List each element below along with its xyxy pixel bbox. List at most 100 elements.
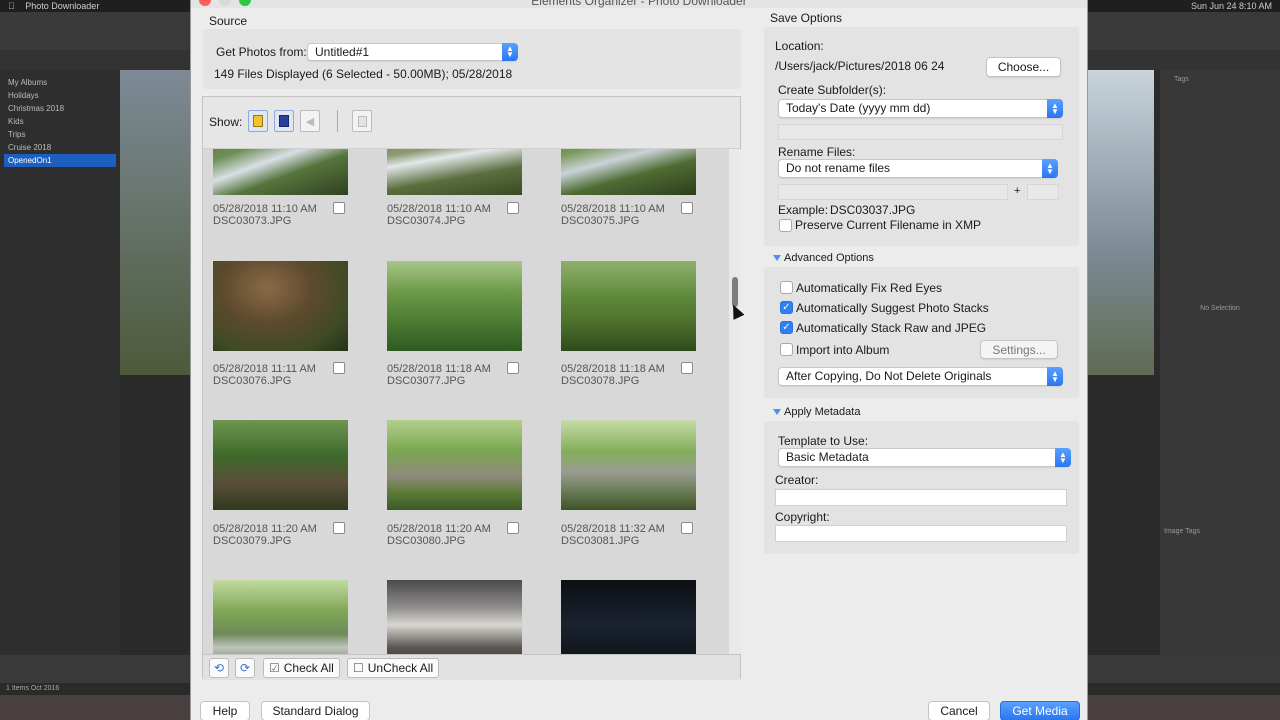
thumbnail-image[interactable]	[213, 420, 348, 510]
location-value: /Users/jack/Pictures/2018 06 24	[775, 59, 945, 73]
after-copying-value: After Copying, Do Not Delete Originals	[786, 369, 992, 383]
advanced-options-toggle[interactable]: Advanced Options	[773, 252, 874, 264]
thumbnail-checkbox[interactable]	[333, 522, 345, 534]
example-label: Example:	[778, 203, 829, 217]
sidebar-item[interactable]: My Albums	[4, 76, 116, 89]
check-all-label: Check All	[283, 661, 334, 675]
disclosure-triangle-icon	[773, 255, 781, 261]
import-album-checkbox[interactable]	[780, 343, 793, 356]
cancel-button[interactable]: Cancel	[928, 701, 990, 720]
thumbnail-image[interactable]	[561, 580, 696, 654]
thumbnail-image[interactable]	[213, 149, 348, 195]
template-value: Basic Metadata	[786, 450, 869, 464]
help-button[interactable]: Help	[200, 701, 250, 720]
thumbnail-image[interactable]	[387, 149, 522, 195]
thumbnail-checkbox[interactable]	[333, 362, 345, 374]
fix-red-eyes-checkbox[interactable]	[780, 281, 793, 294]
check-all-button[interactable]: ☑ Check All	[263, 658, 340, 678]
subfolder-custom-field[interactable]	[778, 124, 1063, 140]
chevron-updown-icon: ▲ ▼	[1055, 448, 1071, 467]
menubar-app-name[interactable]: Photo Downloader	[25, 1, 99, 11]
chevron-updown-icon: ▲ ▼	[1047, 99, 1063, 118]
thumbnail-checkbox[interactable]	[681, 362, 693, 374]
rename-prefix-field[interactable]	[778, 184, 1008, 200]
thumbnail-panel: Show: ◀ 05/28/2018 11:10 AM DSC03073.JPG …	[202, 96, 741, 680]
get-media-button[interactable]: Get Media	[1000, 701, 1080, 720]
thumbnail-meta: 05/28/2018 11:10 AM DSC03075.JPG	[561, 203, 665, 227]
thumbnail-image[interactable]	[561, 261, 696, 351]
template-select[interactable]: Basic Metadata ▲ ▼	[778, 448, 1071, 467]
thumbnail-checkbox[interactable]	[333, 202, 345, 214]
show-photos-toggle[interactable]	[248, 110, 268, 132]
thumbnail-grid: 05/28/2018 11:10 AM DSC03073.JPG 05/28/20…	[203, 149, 728, 654]
apply-metadata-header: Apply Metadata	[784, 406, 861, 418]
thumbnail-meta: 05/28/2018 11:11 AM DSC03076.JPG	[213, 363, 316, 387]
thumbnail-image[interactable]	[213, 261, 348, 351]
sidebar-item-selected[interactable]: OpenedOn1	[4, 154, 116, 167]
choose-location-button[interactable]: Choose...	[986, 57, 1061, 77]
thumbnail-image[interactable]	[561, 149, 696, 195]
info-no-selection: No Selection	[1200, 305, 1240, 312]
thumbnail-image[interactable]	[387, 261, 522, 351]
creator-field[interactable]	[775, 489, 1067, 506]
suggest-stacks-checkbox[interactable]: ✓	[780, 301, 793, 314]
creator-label: Creator:	[775, 473, 819, 487]
show-audio-toggle[interactable]: ◀	[300, 110, 320, 132]
copyright-label: Copyright:	[775, 510, 830, 524]
thumbnail-image[interactable]	[387, 580, 522, 654]
subfolder-select[interactable]: Today's Date (yyyy mm dd) ▲ ▼	[778, 99, 1063, 118]
sidebar-item[interactable]: Kids	[4, 115, 116, 128]
template-label: Template to Use:	[778, 434, 869, 448]
organizer-preview-left	[120, 70, 200, 375]
thumbnail-checkbox[interactable]	[507, 362, 519, 374]
rename-files-select[interactable]: Do not rename files ▲ ▼	[778, 159, 1058, 178]
copyright-field[interactable]	[775, 525, 1067, 542]
subfolder-label: Create Subfolder(s):	[778, 83, 887, 97]
thumbnail-meta: 05/28/2018 11:20 AM DSC03079.JPG	[213, 523, 317, 547]
stack-raw-jpeg-label: Automatically Stack Raw and JPEG	[796, 321, 987, 335]
files-info: 149 Files Displayed (6 Selected - 50.00M…	[214, 67, 513, 81]
preserve-filename-checkbox[interactable]	[779, 219, 792, 232]
sidebar-item[interactable]: Christmas 2018	[4, 102, 116, 115]
disclosure-triangle-icon	[773, 409, 781, 415]
photo-icon	[253, 115, 263, 127]
apply-metadata-toggle[interactable]: Apply Metadata	[773, 406, 860, 418]
rename-files-label: Rename Files:	[778, 145, 856, 159]
get-photos-from-select[interactable]: Untitled#1 ▲ ▼	[307, 43, 518, 61]
standard-dialog-button[interactable]: Standard Dialog	[261, 701, 370, 720]
sidebar-item[interactable]: Holidays	[4, 89, 116, 102]
organizer-sidebar: My Albums Holidays Christmas 2018 Kids T…	[0, 70, 120, 655]
import-album-label: Import into Album	[796, 343, 890, 357]
suggest-stacks-label: Automatically Suggest Photo Stacks	[796, 301, 989, 315]
location-label: Location:	[775, 39, 824, 53]
apple-icon[interactable]: 	[8, 1, 15, 11]
info-tags-tab[interactable]: Tags	[1174, 76, 1189, 83]
get-photos-from-value: Untitled#1	[315, 45, 370, 59]
sidebar-item[interactable]: Cruise 2018	[4, 141, 116, 154]
uncheck-all-button[interactable]: ☐ UnCheck All	[347, 658, 440, 678]
thumbnail-checkbox[interactable]	[507, 522, 519, 534]
thumbnail-checkbox[interactable]	[681, 202, 693, 214]
show-videos-toggle[interactable]	[274, 110, 294, 132]
sidebar-item[interactable]: Trips	[4, 128, 116, 141]
thumbnail-image[interactable]	[213, 580, 348, 654]
thumbnail-meta: 05/28/2018 11:20 AM DSC03080.JPG	[387, 523, 491, 547]
photo-downloader-dialog: Elements Organizer - Photo Downloader So…	[190, 0, 1088, 720]
stack-raw-jpeg-checkbox[interactable]: ✓	[780, 321, 793, 334]
album-settings-button[interactable]: Settings...	[980, 340, 1058, 359]
thumbnail-meta: 05/28/2018 11:18 AM DSC03078.JPG	[561, 363, 665, 387]
rename-number-field[interactable]	[1027, 184, 1059, 200]
thumbnail-checkbox[interactable]	[507, 202, 519, 214]
thumbnail-image[interactable]	[387, 420, 522, 510]
rotate-left-button[interactable]: ⟲	[209, 658, 229, 678]
rename-plus-sign: +	[1014, 185, 1021, 197]
subfolder-value: Today's Date (yyyy mm dd)	[786, 101, 931, 115]
thumbnail-meta: 05/28/2018 11:10 AM DSC03074.JPG	[387, 203, 491, 227]
show-other-toggle[interactable]	[352, 110, 372, 132]
file-icon	[357, 115, 367, 127]
grid-scrollbar[interactable]	[729, 149, 741, 654]
thumbnail-checkbox[interactable]	[681, 522, 693, 534]
after-copying-select[interactable]: After Copying, Do Not Delete Originals ▲…	[778, 367, 1063, 386]
rotate-right-button[interactable]: ⟳	[235, 658, 255, 678]
thumbnail-image[interactable]	[561, 420, 696, 510]
